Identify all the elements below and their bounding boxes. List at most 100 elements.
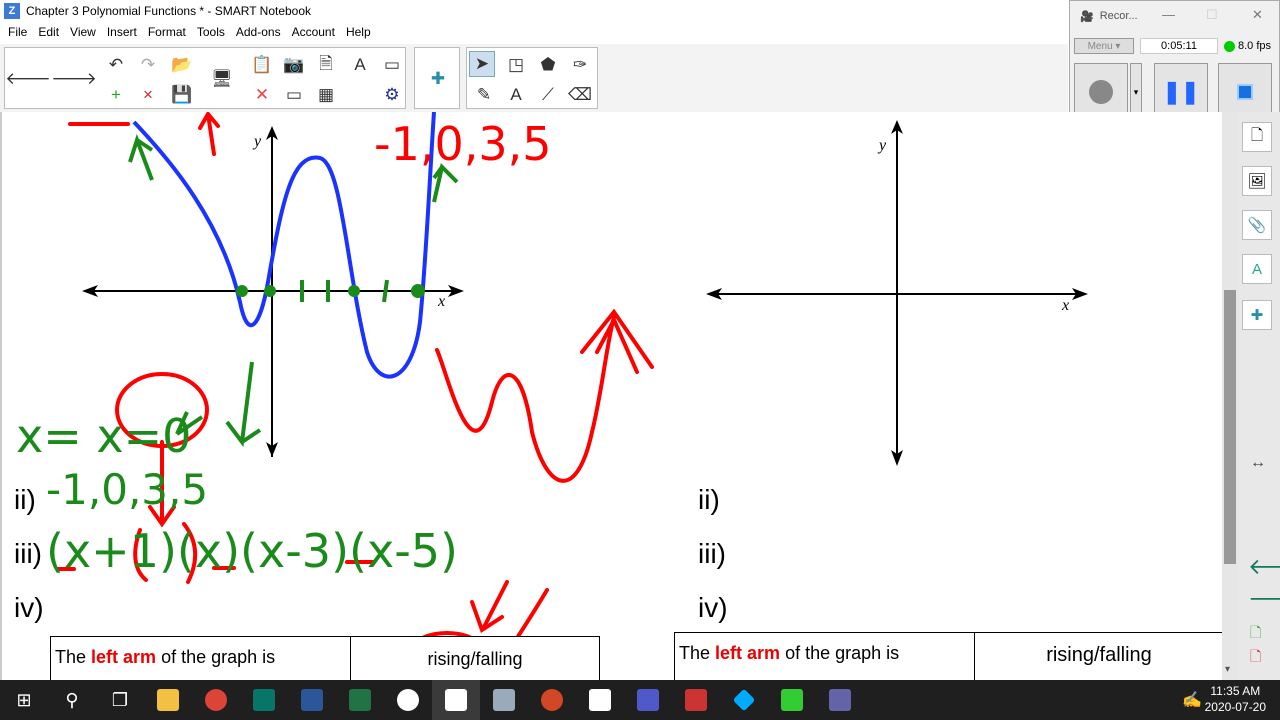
left-table-question: The left arm of the graph is [51, 637, 351, 680]
scrollbar-thumb[interactable] [1224, 290, 1236, 564]
left-table-suffix: of the graph is [156, 647, 276, 667]
table-icon[interactable]: ▦ [313, 82, 339, 108]
document-camera-icon[interactable]: 🗎 [313, 52, 339, 78]
redo-icon[interactable]: ↷ [135, 52, 161, 78]
recorder-menu-button[interactable]: Menu ▾ [1074, 38, 1134, 54]
close-icon[interactable]: ✕ [1252, 7, 1263, 23]
fill-tool-icon[interactable]: ⬟ [535, 52, 561, 78]
handwritten-factors: (x+1)(x)(x-3)(x-5) [46, 524, 458, 578]
camera-icon[interactable]: 📷 [281, 52, 307, 78]
line-tool-icon[interactable]: ⟋ [535, 82, 561, 108]
teams-active-icon[interactable] [816, 680, 864, 720]
delete-icon[interactable]: ✕ [249, 82, 275, 108]
document-icon[interactable] [576, 680, 624, 720]
toolbar-group-main: 🡐 🡒 ↶ ↷ 📂 + × 💾 🖥 📋 📷 🗎 A ▭ ✕ ▭ ▦ ⚙ [4, 47, 406, 109]
menu-edit[interactable]: Edit [38, 25, 59, 39]
open-file-icon[interactable]: 📂 [169, 52, 195, 78]
add-page-icon[interactable]: + [103, 82, 129, 108]
gallery-icon[interactable]: 🖼 [1242, 166, 1272, 196]
calculator-icon[interactable] [480, 680, 528, 720]
pause-icon: ❚❚ [1162, 79, 1200, 104]
toolbar: 🡐 🡒 ↶ ↷ 📂 + × 💾 🖥 📋 📷 🗎 A ▭ ✕ ▭ ▦ ⚙ ✚ ➤ … [0, 44, 1068, 112]
pen-tool-icon[interactable]: ✎ [471, 82, 497, 108]
screen-recorder-window: 🎥 Recor... — ☐ ✕ Menu ▾ 0:05:11 8.0 fps … [1069, 0, 1280, 126]
left-label-iv: iv) [14, 592, 44, 623]
task-view-icon[interactable]: ❐ [96, 680, 144, 720]
previous-page-icon[interactable]: 🡐 [1248, 554, 1280, 580]
back-page-icon[interactable]: 🡐 [5, 66, 51, 92]
app-diamond-icon[interactable] [720, 680, 768, 720]
screen-capture-icon[interactable]: 🖥 [209, 66, 235, 92]
paste-icon[interactable]: 📋 [249, 52, 275, 78]
smart-notebook-logo: Z [4, 3, 20, 19]
teams-icon[interactable] [624, 680, 672, 720]
recorder-menu-label: Menu [1087, 40, 1113, 52]
magic-pen-icon[interactable]: ✑ [567, 52, 593, 78]
app-green-icon[interactable] [768, 680, 816, 720]
word-icon[interactable] [288, 680, 336, 720]
menu-add-ons[interactable]: Add-ons [236, 25, 281, 39]
puzzle-addon-icon[interactable]: ✚ [425, 66, 451, 92]
app-red-icon[interactable] [672, 680, 720, 720]
left-y-axis-label: y [252, 133, 262, 150]
publisher-icon[interactable] [240, 680, 288, 720]
geogebra-icon[interactable] [384, 680, 432, 720]
attachments-icon[interactable]: 📎 [1242, 210, 1272, 240]
recorder-status-row: Menu ▾ 0:05:11 8.0 fps [1074, 36, 1276, 56]
search-icon[interactable]: ⚲ [48, 680, 96, 720]
resize-panel-icon[interactable]: ↔ [1250, 454, 1266, 472]
add-page-side-icon[interactable]: 🗋 [1250, 622, 1261, 646]
menu-tools[interactable]: Tools [197, 25, 225, 39]
delete-page-icon[interactable]: × [135, 82, 161, 108]
menu-help[interactable]: Help [346, 25, 371, 39]
notebook-taskbar-icon[interactable] [432, 680, 480, 720]
menu-format[interactable]: Format [148, 25, 186, 39]
notebook-page[interactable]: x y x y -1,0,3,5 x= x=0 -1,0,3,5 (x+1)(x… [0, 112, 1222, 680]
forward-page-icon[interactable]: 🡒 [51, 66, 97, 92]
left-table-prefix: The [55, 647, 92, 667]
scroll-down-icon[interactable]: ▾ [1225, 664, 1230, 675]
windows-start-icon[interactable]: ⊞ [0, 680, 48, 720]
minimize-icon[interactable]: — [1162, 7, 1175, 22]
taskbar-clock[interactable]: 11:35 AM 2020-07-20 [1205, 683, 1266, 715]
recorder-title: Recor... [1099, 10, 1138, 22]
left-arm-table-left: The left arm of the graph is rising/fall… [50, 636, 600, 680]
save-icon[interactable]: 💾 [169, 82, 195, 108]
screen-shade-icon[interactable]: ▭ [379, 52, 405, 78]
status-dot-icon [1224, 40, 1235, 52]
eraser-tool-icon[interactable]: ⌫ [567, 82, 593, 108]
stop-icon [1237, 84, 1253, 100]
file-explorer-icon[interactable] [144, 680, 192, 720]
left-label-iii: iii) [14, 538, 42, 569]
delete-page-side-icon[interactable]: 🗋 [1250, 646, 1261, 670]
menu-insert[interactable]: Insert [107, 25, 137, 39]
right-label-iv: iv) [698, 592, 728, 623]
full-screen-icon[interactable]: ▭ [281, 82, 307, 108]
left-arm-table-right: The left arm of the graph is rising/fall… [674, 632, 1222, 680]
handwritten-zeros-red: -1,0,3,5 [374, 117, 552, 171]
undo-icon[interactable]: ↶ [103, 52, 129, 78]
toolbar-group-addon: ✚ [414, 47, 460, 109]
shapes-tool-icon[interactable]: ◳ [503, 52, 529, 78]
text-tool-icon[interactable]: A [503, 82, 529, 108]
select-tool-icon[interactable]: ➤ [469, 51, 495, 77]
handwritten-equation: x= x=0 [16, 409, 191, 463]
menu-account[interactable]: Account [292, 25, 335, 39]
next-page-icon[interactable]: 🡒 [1248, 586, 1280, 612]
powerpoint-icon[interactable] [528, 680, 576, 720]
page-sorter-icon[interactable]: 🗋 [1242, 122, 1272, 152]
response-icon[interactable]: ⚙ [379, 82, 405, 108]
maximize-icon[interactable]: ☐ [1206, 7, 1218, 23]
menu-view[interactable]: View [70, 25, 96, 39]
chrome-icon[interactable] [192, 680, 240, 720]
menu-file[interactable]: File [8, 25, 27, 39]
addons-icon[interactable]: ✚ [1242, 300, 1272, 330]
vertical-scrollbar[interactable]: ▾ [1222, 112, 1238, 680]
spell-check-icon[interactable]: A [347, 52, 373, 78]
properties-icon[interactable]: A [1242, 254, 1272, 284]
pen-workspace-icon[interactable]: ✍ [1182, 690, 1202, 710]
excel-icon[interactable] [336, 680, 384, 720]
recorder-time: 0:05:11 [1140, 38, 1218, 54]
left-x-axis-label: x [437, 293, 445, 310]
side-panel: 🗋 🖼 📎 A ✚ ↔ 🡐 🡒 🗋 🗋 [1238, 112, 1280, 680]
